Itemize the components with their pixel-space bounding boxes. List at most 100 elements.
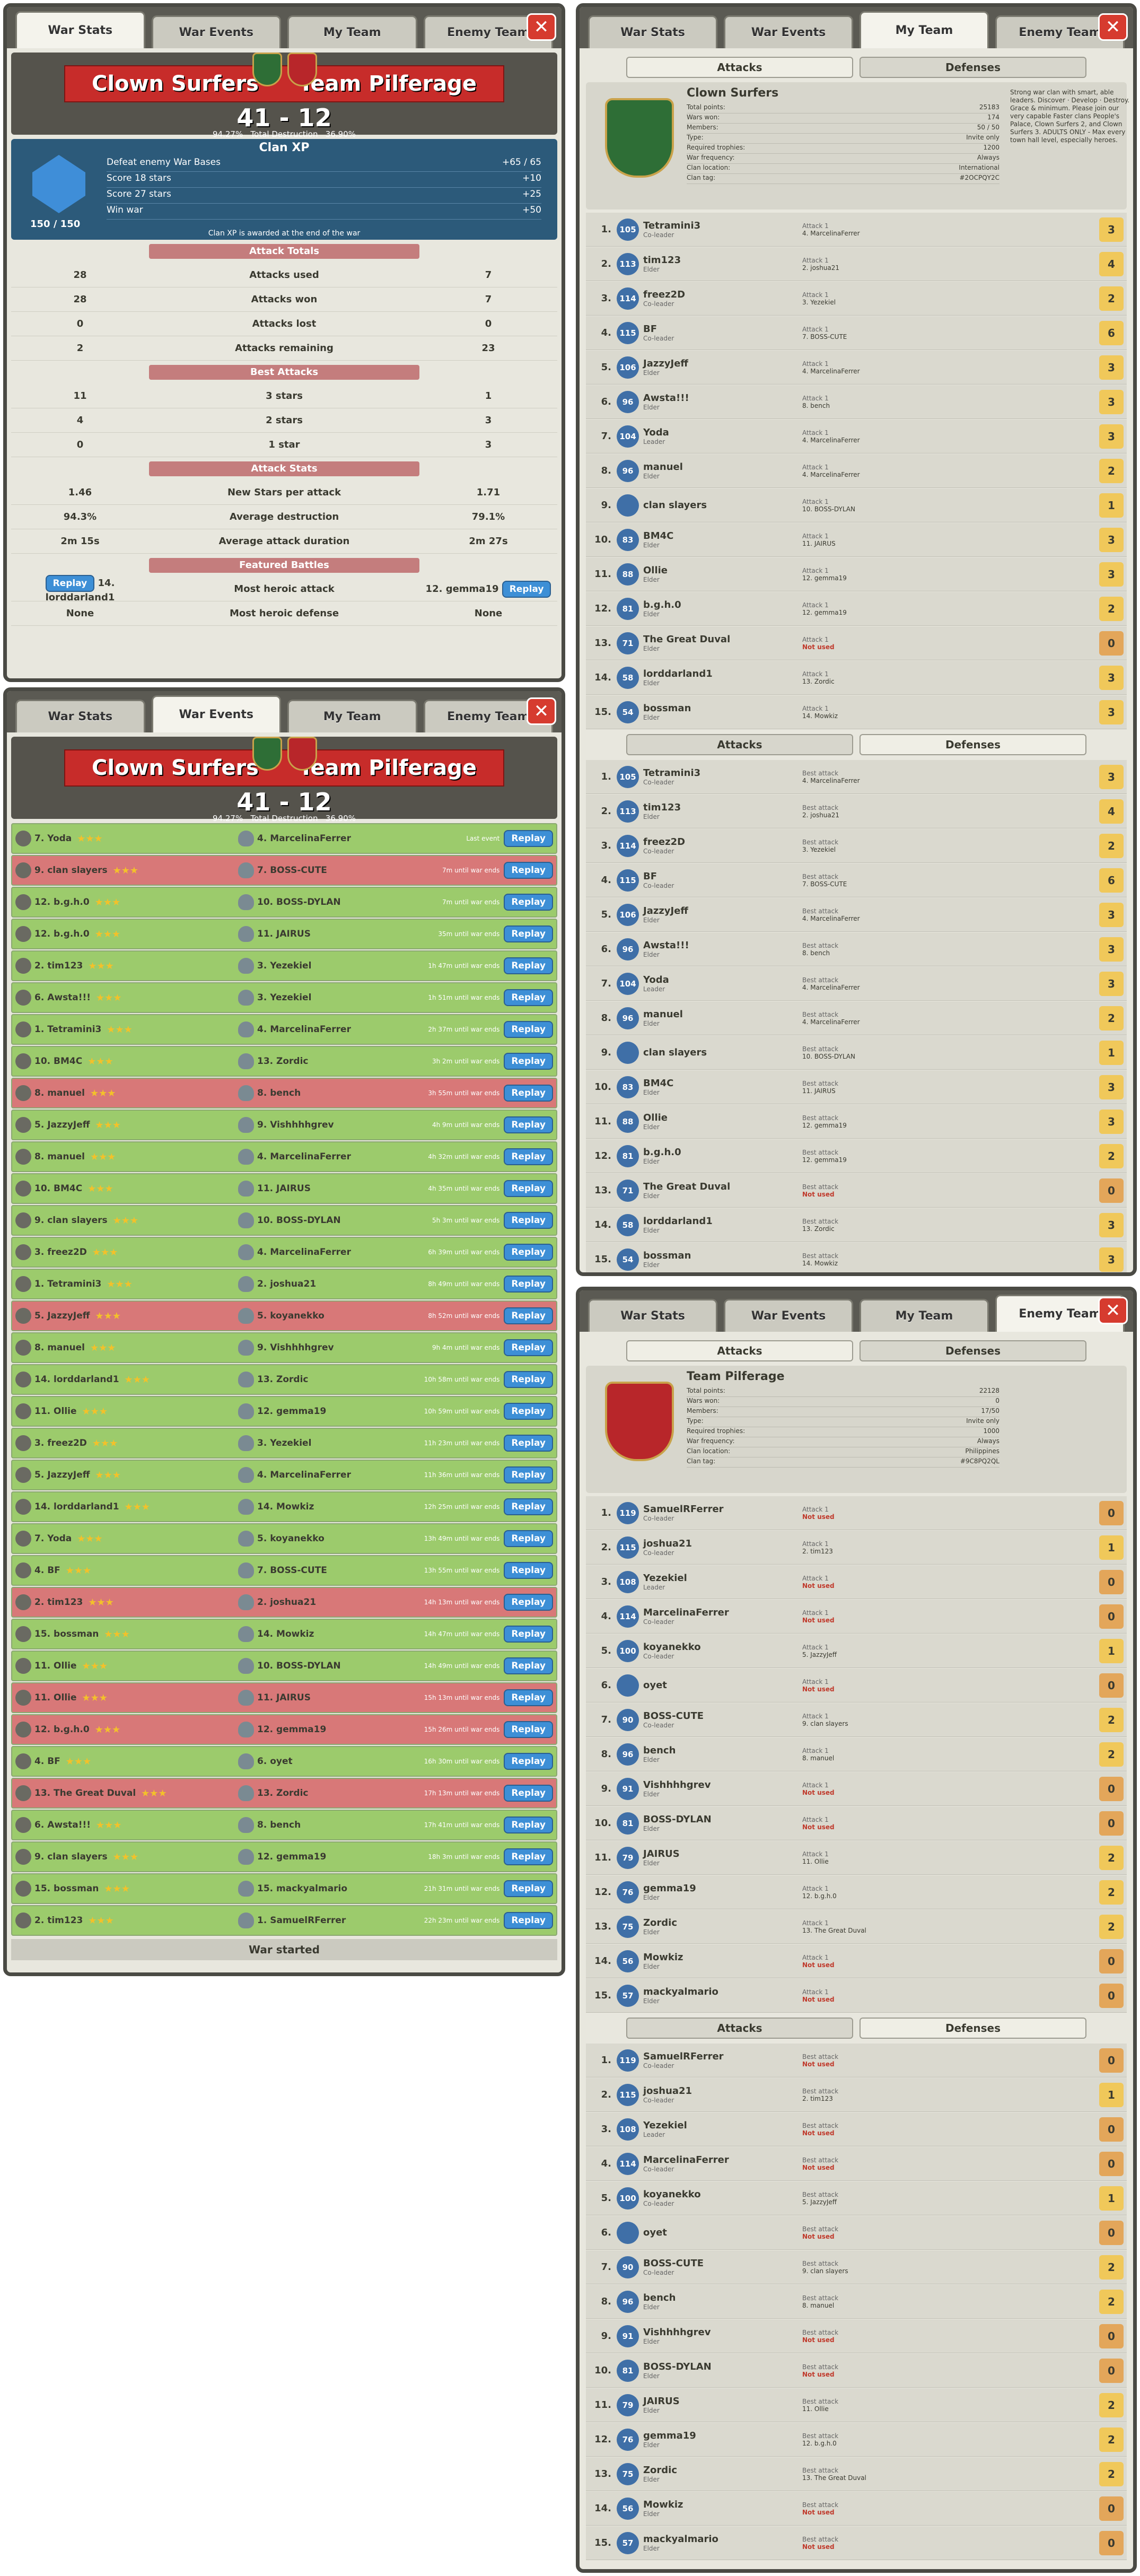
member-row[interactable]: 2. 113 tim123 Elder Best attack 2. joshua21 4 [586, 794, 1127, 828]
member-row[interactable]: 13. 75 Zordic Elder Best attack 13. The Great… [586, 2457, 1127, 2491]
member-row[interactable]: 6. oyet Best attack Not used 0 [586, 2216, 1127, 2250]
replay-button[interactable]: Replay [504, 1880, 553, 1897]
member-row[interactable]: 5. 100 koyanekko Co-leader Best attack 5. Jaz… [586, 2181, 1127, 2215]
member-row[interactable]: 11. 88 Ollie Elder Best attack 12. gemma19 3 [586, 1105, 1127, 1139]
member-row[interactable]: 7. 90 BOSS-CUTE Co-leader Attack 1 9. clan sl… [586, 1703, 1127, 1737]
member-row[interactable]: 2. 115 joshua21 Co-leader Attack 1 2. tim123 1 [586, 1531, 1127, 1565]
member-row[interactable]: 4. 114 MarcelinaFerrer Co-leader Attack 1 Not… [586, 1600, 1127, 1634]
member-row[interactable]: 1. 119 SamuelRFerrer Co-leader Best attack No… [586, 2044, 1127, 2077]
replay-button[interactable]: Replay [504, 1785, 553, 1802]
replay-button[interactable]: Replay [504, 1244, 553, 1261]
member-row[interactable]: 9. clan slayers Best attack 10. BOSS-DYLAN 1 [586, 1036, 1127, 1070]
member-row[interactable]: 10. 83 BM4C Elder Attack 1 11. JAIRUS 3 [586, 523, 1127, 557]
replay-button[interactable]: Replay [504, 1626, 553, 1643]
close-icon[interactable]: ✕ [527, 13, 556, 41]
attacks-tab[interactable]: Attacks [626, 734, 853, 755]
member-row[interactable]: 10. 81 BOSS-DYLAN Elder Attack 1 Not used 0 [586, 1806, 1127, 1840]
member-row[interactable]: 11. 79 JAIRUS Elder Attack 1 11. Ollie 2 [586, 1841, 1127, 1875]
member-row[interactable]: 2. 113 tim123 Elder Attack 1 2. joshua21 4 [586, 247, 1127, 281]
member-row[interactable]: 11. 88 Ollie Elder Attack 1 12. gemma19 3 [586, 557, 1127, 591]
tab-my-team[interactable]: My Team [860, 1299, 989, 1332]
close-icon[interactable]: ✕ [527, 697, 556, 725]
member-row[interactable]: 15. 54 bossman Elder Attack 1 14. Mowkiz 3 [586, 695, 1127, 729]
member-row[interactable]: 3. 114 freez2D Co-leader Attack 1 3. Yezekiel… [586, 282, 1127, 316]
member-row[interactable]: 6. oyet Attack 1 Not used 0 [586, 1669, 1127, 1702]
member-row[interactable]: 13. 71 The Great Duval Elder Best attack Not … [586, 1174, 1127, 1208]
member-row[interactable]: 14. 58 lorddarland1 Elder Attack 1 13. Zordic… [586, 661, 1127, 695]
member-row[interactable]: 15. 57 mackyalmario Elder Best attack Not use… [586, 2526, 1127, 2560]
close-icon[interactable]: ✕ [1098, 1297, 1128, 1324]
defenses-tab[interactable]: Defenses [860, 1340, 1086, 1361]
replay-button[interactable]: Replay [504, 1085, 553, 1102]
replay-button[interactable]: Replay [504, 957, 553, 974]
replay-button[interactable]: Replay [45, 575, 95, 592]
member-row[interactable]: 10. 83 BM4C Elder Best attack 11. JAIRUS 3 [586, 1070, 1127, 1104]
replay-button[interactable]: Replay [504, 1912, 553, 1929]
replay-button[interactable]: Replay [504, 1466, 553, 1483]
member-row[interactable]: 5. 106 JazzyJeff Elder Attack 1 4. MarcelinaF… [586, 351, 1127, 385]
attacks-tab[interactable]: Attacks [626, 1340, 853, 1361]
member-row[interactable]: 8. 96 bench Elder Best attack 8. manuel 2 [586, 2285, 1127, 2319]
replay-button[interactable]: Replay [504, 862, 553, 879]
member-row[interactable]: 3. 114 freez2D Co-leader Best attack 3. Yezek… [586, 829, 1127, 863]
member-row[interactable]: 3. 108 Yezekiel Leader Best attack Not used 0 [586, 2112, 1127, 2146]
member-row[interactable]: 12. 81 b.g.h.0 Elder Attack 1 12. gemma19 2 [586, 592, 1127, 626]
replay-button[interactable]: Replay [502, 580, 551, 598]
member-row[interactable]: 12. 81 b.g.h.0 Elder Best attack 12. gemma19 2 [586, 1139, 1127, 1173]
member-row[interactable]: 9. 91 Vishhhhgrev Elder Best attack Not used 0 [586, 2319, 1127, 2353]
replay-button[interactable]: Replay [504, 830, 553, 847]
replay-button[interactable]: Replay [504, 1116, 553, 1133]
replay-button[interactable]: Replay [504, 1562, 553, 1579]
member-row[interactable]: 5. 100 koyanekko Co-leader Attack 1 5. JazzyJ… [586, 1634, 1127, 1668]
replay-button[interactable]: Replay [504, 1435, 553, 1452]
tab-war-stats[interactable]: War Stats [15, 700, 145, 732]
replay-button[interactable]: Replay [504, 1371, 553, 1388]
close-icon[interactable]: ✕ [1098, 13, 1128, 41]
replay-button[interactable]: Replay [504, 1148, 553, 1165]
tab-war-events[interactable]: War Events [151, 695, 281, 732]
member-row[interactable]: 4. 115 BF Co-leader Attack 1 7. BOSS-CUTE 6 [586, 316, 1127, 350]
member-row[interactable]: 7. 90 BOSS-CUTE Co-leader Best attack 9. clan… [586, 2250, 1127, 2284]
member-row[interactable]: 15. 54 bossman Elder Best attack 14. Mowkiz 3 [586, 1243, 1127, 1272]
replay-button[interactable]: Replay [504, 1307, 553, 1324]
member-row[interactable]: 7. 104 Yoda Leader Best attack 4. MarcelinaFe… [586, 967, 1127, 1001]
replay-button[interactable]: Replay [504, 1498, 553, 1515]
replay-button[interactable]: Replay [504, 1403, 553, 1420]
tab-my-team[interactable]: My Team [287, 700, 417, 732]
tab-war-events[interactable]: War Events [151, 15, 281, 48]
member-row[interactable]: 14. 58 lorddarland1 Elder Best attack 13. Zor… [586, 1208, 1127, 1242]
member-row[interactable]: 4. 115 BF Co-leader Best attack 7. BOSS-CUTE 6 [586, 863, 1127, 897]
replay-button[interactable]: Replay [504, 989, 553, 1006]
replay-button[interactable]: Replay [504, 1339, 553, 1356]
defenses-tab[interactable]: Defenses [860, 2018, 1086, 2039]
tab-war-stats[interactable]: War Stats [588, 1299, 717, 1332]
member-row[interactable]: 1. 105 Tetramini3 Co-leader Best attack 4. Ma… [586, 760, 1127, 794]
member-row[interactable]: 7. 104 Yoda Leader Attack 1 4. MarcelinaFerre… [586, 420, 1127, 453]
member-row[interactable]: 2. 115 joshua21 Co-leader Best attack 2. tim1… [586, 2078, 1127, 2112]
attacks-tab[interactable]: Attacks [626, 2018, 853, 2039]
tab-war-stats[interactable]: War Stats [15, 11, 145, 48]
member-row[interactable]: 8. 96 manuel Elder Attack 1 4. MarcelinaFerre… [586, 454, 1127, 488]
defenses-tab[interactable]: Defenses [860, 57, 1086, 78]
member-row[interactable]: 15. 57 mackyalmario Elder Attack 1 Not used 0 [586, 1979, 1127, 2013]
member-row[interactable]: 4. 114 MarcelinaFerrer Co-leader Best attack… [586, 2147, 1127, 2181]
tab-my-team[interactable]: My Team [287, 15, 417, 48]
tab-my-team[interactable]: My Team [860, 11, 989, 48]
member-row[interactable]: 13. 75 Zordic Elder Attack 1 13. The Great Du… [586, 1910, 1127, 1944]
replay-button[interactable]: Replay [504, 1021, 553, 1038]
member-row[interactable]: 6. 96 Awsta!!! Elder Attack 1 8. bench 3 [586, 385, 1127, 419]
replay-button[interactable]: Replay [504, 1753, 553, 1770]
member-row[interactable]: 11. 79 JAIRUS Elder Best attack 11. Ollie 2 [586, 2388, 1127, 2422]
tab-war-stats[interactable]: War Stats [588, 15, 717, 48]
replay-button[interactable]: Replay [504, 925, 553, 942]
member-row[interactable]: 1. 105 Tetramini3 Co-leader Attack 1 4. Marce… [586, 213, 1127, 247]
member-row[interactable]: 12. 76 gemma19 Elder Best attack 12. b.g.h.0 2 [586, 2423, 1127, 2457]
tab-war-events[interactable]: War Events [724, 15, 853, 48]
member-row[interactable]: 10. 81 BOSS-DYLAN Elder Best attack Not used 0 [586, 2354, 1127, 2388]
member-row[interactable]: 14. 56 Mowkiz Elder Best attack Not used 0 [586, 2492, 1127, 2526]
replay-button[interactable]: Replay [504, 1530, 553, 1547]
member-row[interactable]: 9. 91 Vishhhhgrev Elder Attack 1 Not used 0 [586, 1772, 1127, 1806]
member-row[interactable]: 8. 96 manuel Elder Best attack 4. MarcelinaFe… [586, 1001, 1127, 1035]
replay-button[interactable]: Replay [504, 1848, 553, 1865]
replay-button[interactable]: Replay [504, 1212, 553, 1229]
